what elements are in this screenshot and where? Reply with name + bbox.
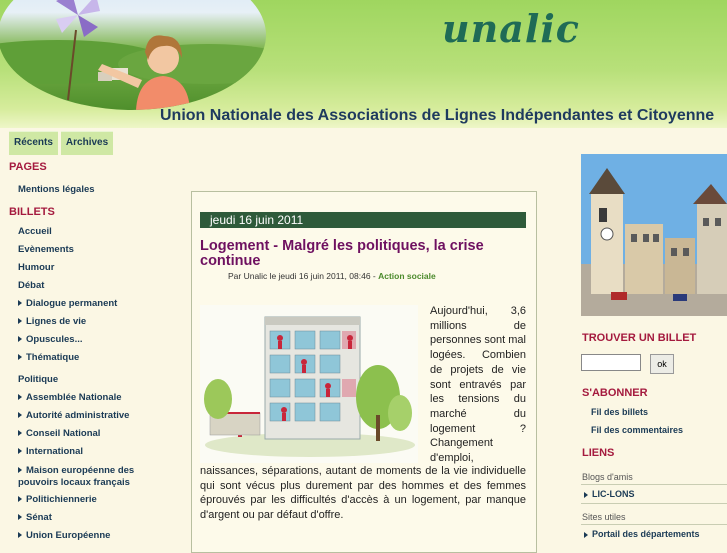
post-text-full: naissances, séparations, autant de momen… [200, 465, 526, 522]
sidebar-link-label: International [26, 446, 84, 457]
arrow-right-icon [18, 318, 22, 325]
arrow-right-icon [18, 394, 22, 401]
sidebar-link-opuscules[interactable]: Opuscules... [0, 331, 172, 349]
sidebar-link-humour[interactable]: Humour [0, 259, 172, 277]
arrow-right-icon [18, 448, 22, 455]
sidebar-link-autorite-administrative[interactable]: Autorité administrative [0, 407, 172, 425]
right-sidebar: TROUVER UN BILLET ok S'ABONNER Fil des b… [581, 154, 727, 545]
arrow-right-icon [18, 532, 22, 539]
sidebar-link-politichiennerie[interactable]: Politichiennerie [0, 491, 172, 509]
search-input[interactable] [581, 354, 641, 371]
link-label: Portail des départements [592, 529, 700, 539]
divider [581, 484, 727, 485]
sidebar-link-assemblee-nationale[interactable]: Assemblée Nationale [0, 389, 172, 407]
arrow-right-icon [18, 300, 22, 307]
links-group-sites: Sites utiles [582, 512, 626, 522]
site-logo[interactable]: unalic [442, 6, 580, 51]
search-heading: TROUVER UN BILLET [582, 332, 697, 344]
sidebar-link-label: Lignes de vie [26, 316, 87, 327]
links-heading: LIENS [582, 447, 615, 459]
town-photo [581, 154, 727, 316]
sidebar-link-dialogue-permanent[interactable]: Dialogue permanent [0, 295, 172, 313]
sidebar-link-maison-europeenne[interactable]: Maison européenne des pouvoirs locaux fr… [0, 461, 143, 491]
sidebar-link-thematique[interactable]: Thématique [0, 349, 172, 367]
post-text-right: Aujourd'hui, 3,6 millions de personnes s… [430, 305, 526, 465]
top-tabs: Récents Archives [9, 131, 114, 155]
sidebar-link-evenements[interactable]: Evènements [0, 241, 172, 259]
feed-link-commentaires[interactable]: Fil des commentaires [591, 425, 683, 435]
sidebar-link-conseil-national[interactable]: Conseil National [0, 425, 172, 443]
search-ok-button[interactable]: ok [650, 354, 674, 374]
post-meta: Par Unalic le jeudi 16 juin 2011, 08:46 … [228, 271, 436, 281]
sidebar-link-label: Assemblée Nationale [26, 392, 122, 403]
tab-archives[interactable]: Archives [60, 131, 114, 155]
arrow-right-icon [18, 514, 22, 521]
sidebar-link-label: Sénat [26, 512, 52, 523]
post-title[interactable]: Logement - Malgré les politiques, la cri… [200, 239, 530, 269]
subscribe-heading: S'ABONNER [582, 387, 648, 399]
link-portail-departements[interactable]: Portail des départements [584, 529, 700, 539]
feed-link-billets[interactable]: Fil des billets [591, 407, 648, 417]
sidebar-link-label: Autorité administrative [26, 410, 130, 421]
sidebar-link-politique[interactable]: Politique [0, 371, 172, 389]
sidebar-link-label: Maison européenne des pouvoirs locaux fr… [18, 465, 135, 488]
sidebar-link-lignes-de-vie[interactable]: Lignes de vie [0, 313, 172, 331]
site-subtitle: Union Nationale des Associations de Lign… [160, 107, 715, 124]
arrow-right-icon [18, 496, 22, 503]
sidebar-link-union-europeenne[interactable]: Union Européenne [0, 527, 172, 545]
arrow-right-icon [18, 336, 22, 343]
arrow-right-icon [584, 531, 588, 538]
sidebar-link-label: Union Européenne [26, 530, 111, 541]
arrow-right-icon [584, 491, 588, 498]
divider [581, 503, 727, 504]
tab-recents[interactable]: Récents [9, 131, 58, 155]
sidebar-link-label: Dialogue permanent [26, 298, 118, 309]
sidebar-link-senat[interactable]: Sénat [0, 509, 172, 527]
sidebar-link-international[interactable]: International [0, 443, 172, 461]
divider [581, 524, 727, 525]
sidebar-link-mentions-legales[interactable]: Mentions légales [0, 181, 172, 199]
sidebar-link-label: Opuscules... [26, 334, 83, 345]
post-illustration [200, 305, 418, 463]
links-group-blogs: Blogs d'amis [582, 472, 633, 482]
billets-heading: BILLETS [9, 206, 55, 218]
pages-heading: PAGES [9, 161, 47, 173]
post-category-link[interactable]: Action sociale [378, 271, 436, 281]
sidebar-link-accueil[interactable]: Accueil [0, 223, 172, 241]
link-label: LIC-LONS [592, 489, 635, 499]
sidebar-link-debat[interactable]: Débat [0, 277, 172, 295]
header-photo [0, 0, 266, 110]
left-sidebar: PAGES Mentions légales BILLETS Accueil E… [0, 154, 172, 545]
arrow-right-icon [18, 467, 22, 474]
post-meta-text: Par Unalic le jeudi 16 juin 2011, 08:46 … [228, 271, 379, 281]
sidebar-link-label: Politichiennerie [26, 494, 97, 505]
arrow-right-icon [18, 430, 22, 437]
link-lic-lons[interactable]: LIC-LONS [584, 489, 635, 499]
site-header: unalic Union Nationale des Associations … [0, 0, 727, 128]
sidebar-link-label: Thématique [26, 352, 80, 363]
arrow-right-icon [18, 412, 22, 419]
sidebar-link-label: Conseil National [26, 428, 101, 439]
arrow-right-icon [18, 354, 22, 361]
post-date: jeudi 16 juin 2011 [200, 212, 526, 228]
